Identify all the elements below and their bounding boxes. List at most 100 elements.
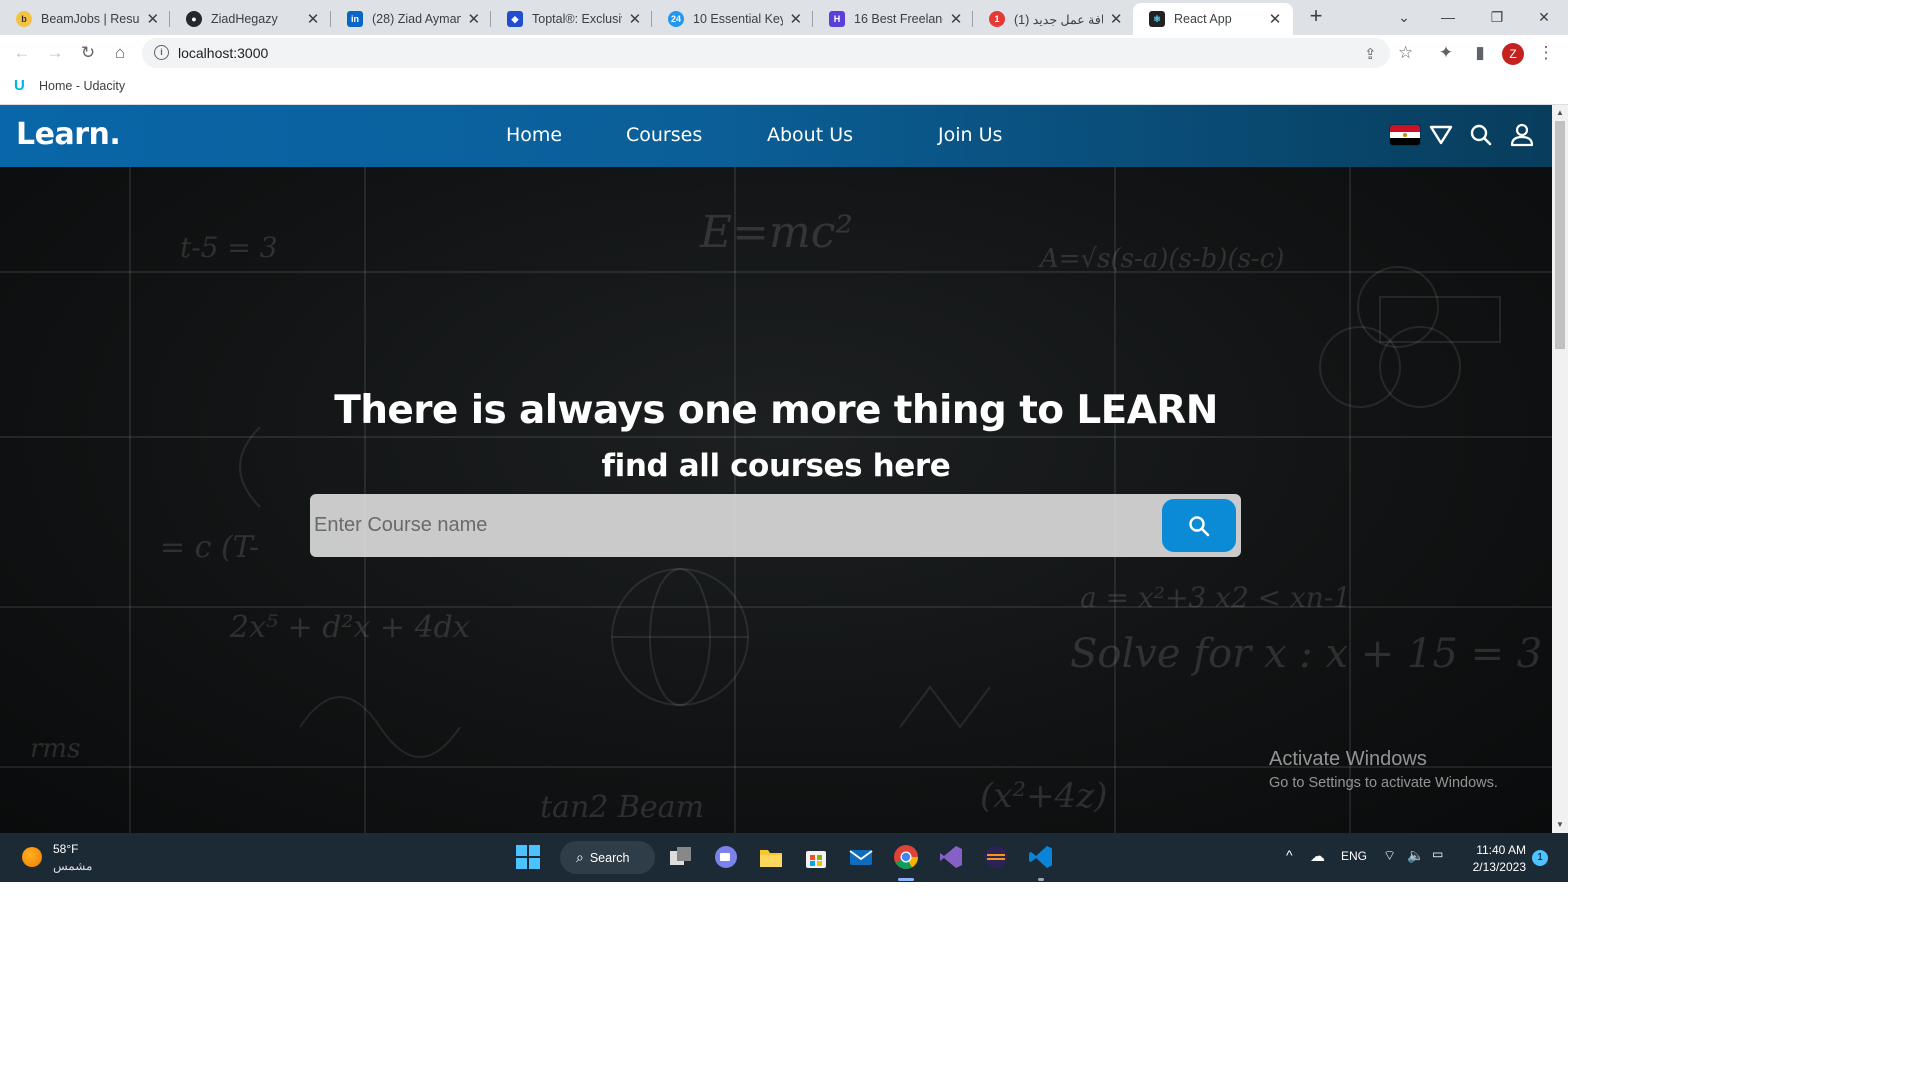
close-window-button[interactable]: ✕	[1533, 6, 1555, 28]
24-icon: 24	[668, 11, 684, 27]
svg-text:Solve for x : x + 15 = 3: Solve for x : x + 15 = 3	[1070, 631, 1542, 677]
close-tab-icon[interactable]: ✕	[1267, 10, 1283, 28]
tab-essential-keys[interactable]: 24 10 Essential Keys ✕	[652, 3, 813, 35]
onedrive-cloud-icon[interactable]: ☁	[1310, 847, 1325, 865]
activate-windows-watermark: Activate Windows Go to Settings to activ…	[1269, 748, 1498, 791]
vscode-running-indicator	[1038, 878, 1044, 881]
toptal-icon: ◆	[507, 11, 523, 27]
tab-toptal[interactable]: ◆ Toptal®: Exclusive ✕	[491, 3, 652, 35]
tab-linkedin[interactable]: in (28) Ziad Ayman | ✕	[331, 3, 491, 35]
browser-tabstrip: b BeamJobs | Resum ✕ ● ZiadHegazy ✕ in (…	[0, 0, 1568, 35]
svg-text:= c (T-: = c (T-	[160, 530, 259, 565]
nav-about-us[interactable]: About Us	[767, 124, 853, 146]
search-icon[interactable]	[1468, 122, 1494, 148]
visual-studio-icon[interactable]	[938, 844, 964, 870]
search-icon	[1189, 515, 1210, 536]
beamjobs-icon: b	[16, 11, 32, 27]
back-icon[interactable]: ←	[12, 43, 32, 63]
close-tab-icon[interactable]: ✕	[789, 10, 803, 28]
bookmark-star-icon[interactable]: ☆	[1398, 43, 1413, 63]
svg-text:tan2 Beam: tan2 Beam	[540, 790, 704, 825]
wifi-icon[interactable]: ⌔	[1383, 847, 1396, 865]
notification-badge[interactable]: 1	[1532, 850, 1548, 866]
sun-weather-icon[interactable]	[22, 847, 42, 867]
battery-icon[interactable]: ▭	[1432, 847, 1443, 861]
extensions-icon[interactable]: ✦	[1436, 43, 1456, 63]
restore-button[interactable]: ❐	[1486, 6, 1508, 28]
learn-logo[interactable]: Learn.	[16, 117, 121, 152]
svg-text:a = x²+3 x2 < xn-1: a = x²+3 x2 < xn-1	[1080, 581, 1351, 614]
weather-condition: مشمس	[53, 859, 93, 873]
scroll-down-arrow-icon[interactable]: ▼	[1552, 817, 1568, 833]
arabic-site-icon: 1	[989, 11, 1005, 27]
tray-chevron-up-icon[interactable]: ^	[1286, 847, 1293, 863]
eclipse-icon[interactable]	[983, 844, 1009, 870]
close-tab-icon[interactable]: ✕	[305, 10, 321, 28]
svg-text:E=mc²: E=mc²	[699, 207, 853, 258]
site-info-icon[interactable]: i	[154, 45, 169, 60]
teams-chat-icon[interactable]	[713, 844, 739, 870]
svg-text:t-5 = 3: t-5 = 3	[180, 231, 278, 264]
react-icon: ⚛	[1149, 11, 1165, 27]
svg-text:(x²+4z): (x²+4z)	[980, 776, 1107, 816]
home-icon[interactable]: ⌂	[110, 43, 130, 63]
app-navbar: Learn. Home Courses About Us Join Us	[0, 105, 1552, 167]
tab-react-app[interactable]: ⚛ React App ✕	[1133, 3, 1293, 35]
profile-avatar[interactable]: Z	[1502, 43, 1524, 65]
chrome-icon[interactable]	[893, 844, 919, 870]
tab-search-chevron-icon[interactable]: ⌄	[1393, 6, 1415, 28]
close-tab-icon[interactable]: ✕	[628, 10, 642, 28]
course-search-input[interactable]	[314, 502, 1154, 548]
file-explorer-icon[interactable]	[758, 844, 784, 870]
reload-icon[interactable]: ↻	[78, 43, 98, 63]
windows-taskbar: 58°F مشمس ⌕ Search ^ ☁ ENG ⌔ 🔈 ▭ 11:40 A…	[0, 833, 1568, 882]
course-search-bar	[310, 494, 1241, 557]
tab-beamjobs[interactable]: b BeamJobs | Resum ✕	[0, 3, 170, 35]
minimize-button[interactable]: —	[1437, 6, 1459, 28]
close-tab-icon[interactable]: ✕	[1109, 10, 1123, 28]
language-indicator[interactable]: ENG	[1341, 849, 1367, 863]
windows-start-icon[interactable]	[515, 844, 541, 870]
hero-subtitle: find all courses here	[601, 448, 951, 484]
freelance-icon: H	[829, 11, 845, 27]
svg-text:2x⁵ + d²x + 4dx: 2x⁵ + d²x + 4dx	[229, 610, 470, 645]
chrome-active-indicator	[898, 878, 914, 881]
tab-github[interactable]: ● ZiadHegazy ✕	[170, 3, 331, 35]
linkedin-icon: in	[347, 11, 363, 27]
share-icon[interactable]: ⇪	[1364, 45, 1377, 63]
scrollbar-thumb[interactable]	[1555, 121, 1565, 349]
egypt-flag-icon[interactable]	[1390, 125, 1420, 145]
page-scrollbar[interactable]: ▲ ▼	[1552, 105, 1568, 833]
bookmark-udacity[interactable]: U Home - Udacity	[14, 78, 125, 94]
nav-courses[interactable]: Courses	[626, 124, 702, 146]
close-tab-icon[interactable]: ✕	[467, 10, 481, 28]
new-tab-button[interactable]: +	[1305, 5, 1327, 28]
language-dropdown-triangle-icon[interactable]	[1428, 122, 1454, 148]
browser-toolbar: ← → ↻ ⌂ i localhost:3000 ⇪ ☆ ✦ ▮ Z ⋮	[0, 35, 1568, 71]
mail-icon[interactable]	[848, 844, 874, 870]
address-bar[interactable]: i localhost:3000 ⇪ ☆	[142, 38, 1413, 68]
bookmarks-bar: U Home - Udacity	[0, 71, 1568, 105]
tab-arabic-site[interactable]: 1 (1) إضافة عمل جديد ✕	[973, 3, 1133, 35]
tab-freelance[interactable]: H 16 Best Freelance ✕	[813, 3, 973, 35]
user-icon[interactable]	[1509, 122, 1535, 148]
taskbar-search[interactable]: ⌕ Search	[560, 841, 655, 874]
close-tab-icon[interactable]: ✕	[949, 10, 963, 28]
forward-icon[interactable]: →	[45, 43, 65, 63]
scroll-up-arrow-icon[interactable]: ▲	[1552, 105, 1568, 121]
hero-title: There is always one more thing to LEARN	[334, 388, 1218, 433]
task-view-icon[interactable]	[668, 844, 694, 870]
microsoft-store-icon[interactable]	[803, 844, 829, 870]
side-panel-icon[interactable]: ▮	[1470, 43, 1490, 63]
course-search-button[interactable]	[1162, 499, 1236, 552]
udacity-icon: U	[14, 77, 25, 94]
weather-temperature[interactable]: 58°F	[53, 842, 78, 856]
system-clock[interactable]: 11:40 AM 2/13/2023	[1466, 842, 1526, 876]
menu-kebab-icon[interactable]: ⋮	[1536, 43, 1556, 63]
vscode-icon[interactable]	[1028, 844, 1054, 870]
search-icon: ⌕	[576, 849, 584, 865]
nav-home[interactable]: Home	[506, 124, 562, 146]
close-tab-icon[interactable]: ✕	[146, 10, 160, 28]
nav-join-us[interactable]: Join Us	[938, 124, 1002, 146]
volume-icon[interactable]: 🔈	[1407, 847, 1424, 864]
